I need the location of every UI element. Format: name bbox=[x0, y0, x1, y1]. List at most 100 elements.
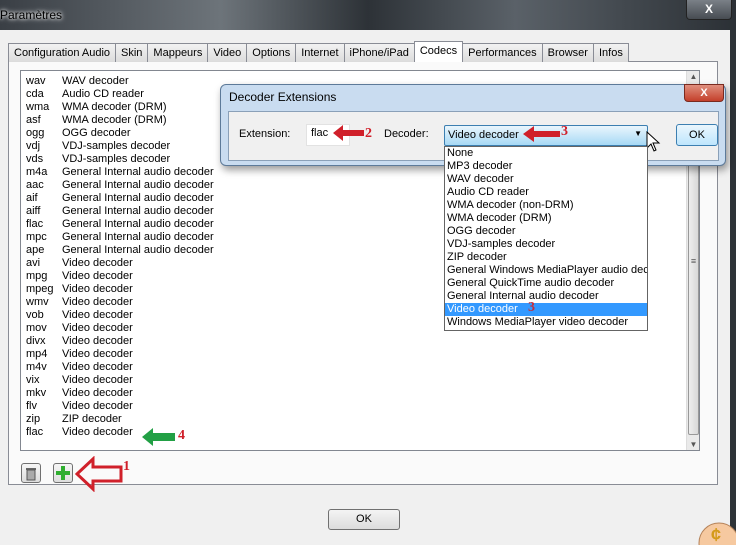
decoder: General Internal audio decoder bbox=[62, 205, 214, 217]
extension: m4v bbox=[26, 361, 47, 373]
decoder: Video decoder bbox=[62, 322, 133, 334]
window-title: Paramètres bbox=[0, 8, 63, 22]
extension: ogg bbox=[26, 127, 45, 139]
extension: wmv bbox=[26, 296, 49, 308]
window-frame bbox=[730, 30, 736, 543]
decoder-option[interactable]: Video decoder bbox=[445, 303, 647, 316]
extension: m4a bbox=[26, 166, 48, 178]
mascot-icon: ¢ bbox=[698, 522, 736, 545]
tab-browser[interactable]: Browser bbox=[541, 43, 594, 62]
annotation-arrow-2 bbox=[333, 125, 364, 141]
extension: aac bbox=[26, 179, 44, 191]
extension: flac bbox=[26, 218, 44, 230]
extension: flac bbox=[26, 426, 44, 438]
annotation-label-1: 1 bbox=[123, 459, 130, 474]
extension: vds bbox=[26, 153, 44, 165]
extension: mkv bbox=[26, 387, 47, 399]
tab-performances[interactable]: Performances bbox=[462, 43, 543, 62]
decoder: Video decoder bbox=[62, 400, 133, 412]
decoder-dropdown-list[interactable]: None MP3 decoder WAV decoder Audio CD reade… bbox=[444, 146, 648, 331]
decoder: General Internal audio decoder bbox=[62, 231, 214, 243]
extension: vix bbox=[26, 374, 40, 386]
ok-button[interactable]: OK bbox=[328, 509, 400, 530]
dialog-ok-button[interactable]: OK bbox=[676, 124, 718, 146]
decoder-option[interactable]: MP3 decoder bbox=[445, 160, 647, 173]
extension: mov bbox=[26, 322, 47, 334]
scroll-down-icon[interactable]: ▼ bbox=[687, 440, 700, 449]
decoder: WMA decoder (DRM) bbox=[62, 114, 167, 126]
extension-label: Extension: bbox=[239, 128, 291, 140]
tab-bar: Configuration Audio Skin Mappeurs Video Opti… bbox=[8, 41, 629, 62]
decoder-option[interactable]: General Windows MediaPlayer audio decode… bbox=[445, 264, 647, 277]
extension: asf bbox=[26, 114, 41, 126]
tab-configuration-audio[interactable]: Configuration Audio bbox=[8, 43, 117, 62]
decoder: Video decoder bbox=[62, 426, 133, 438]
decoder: Video decoder bbox=[62, 283, 133, 295]
scroll-up-icon[interactable]: ▲ bbox=[687, 72, 700, 81]
decoder: Video decoder bbox=[62, 296, 133, 308]
extension: mpeg bbox=[26, 283, 54, 295]
tab-options[interactable]: Options bbox=[246, 43, 297, 62]
extension: cda bbox=[26, 88, 44, 100]
extension: mpg bbox=[26, 270, 48, 282]
close-button[interactable]: X bbox=[686, 0, 732, 20]
tab-iphone-ipad[interactable]: iPhone/iPad bbox=[343, 43, 415, 62]
extension: mpc bbox=[26, 231, 47, 243]
decoder: Video decoder bbox=[62, 374, 133, 386]
extension: zip bbox=[26, 413, 41, 425]
decoder-option[interactable]: WMA decoder (DRM) bbox=[445, 212, 647, 225]
dialog-title: Decoder Extensions bbox=[229, 90, 337, 104]
annotation-label-2: 2 bbox=[365, 126, 372, 141]
extension: flv bbox=[26, 400, 37, 412]
chevron-down-icon: ▼ bbox=[634, 129, 642, 138]
extension: aif bbox=[26, 192, 38, 204]
tab-internet[interactable]: Internet bbox=[295, 43, 345, 62]
extension: vob bbox=[26, 309, 44, 321]
decoder-option[interactable]: WAV decoder bbox=[445, 173, 647, 186]
tab-infos[interactable]: Infos bbox=[592, 43, 629, 62]
tab-skin[interactable]: Skin bbox=[115, 43, 149, 62]
decoder-option[interactable]: Windows MediaPlayer video decoder bbox=[445, 316, 647, 329]
delete-button[interactable] bbox=[21, 463, 41, 483]
extension: avi bbox=[26, 257, 41, 269]
extension: wav bbox=[26, 75, 46, 87]
extension: vdj bbox=[26, 140, 41, 152]
decoder-option[interactable]: None bbox=[445, 147, 647, 160]
decoder-option[interactable]: Audio CD reader bbox=[445, 186, 647, 199]
annotation-arrow-4 bbox=[142, 428, 175, 446]
extension: wma bbox=[26, 101, 50, 113]
title-bar[interactable]: Paramètres X bbox=[0, 0, 736, 30]
annotation-label-3: 3 bbox=[561, 124, 568, 139]
decoder: WMA decoder (DRM) bbox=[62, 101, 167, 113]
decoder: VDJ-samples decoder bbox=[62, 153, 171, 165]
mouse-cursor-icon bbox=[646, 131, 661, 152]
decoder-option[interactable]: General QuickTime audio decoder bbox=[445, 277, 647, 290]
trash-icon bbox=[26, 468, 36, 481]
decoder: General Internal audio decoder bbox=[62, 179, 214, 191]
annotation-arrow-3 bbox=[523, 126, 560, 142]
decoder-option[interactable]: WMA decoder (non-DRM) bbox=[445, 199, 647, 212]
tab-video[interactable]: Video bbox=[207, 43, 248, 62]
decoder: OGG decoder bbox=[62, 127, 131, 139]
extension: aiff bbox=[26, 205, 41, 217]
decoder-option[interactable]: General Internal audio decoder bbox=[445, 290, 647, 303]
decoder-option[interactable]: ZIP decoder bbox=[445, 251, 647, 264]
decoder: ZIP decoder bbox=[62, 413, 122, 425]
tab-mappeurs[interactable]: Mappeurs bbox=[147, 43, 209, 62]
decoder-option[interactable]: VDJ-samples decoder bbox=[445, 238, 647, 251]
decoder: Video decoder bbox=[62, 335, 133, 347]
tab-codecs[interactable]: Codecs bbox=[413, 41, 464, 62]
annotation-arrow-1 bbox=[75, 456, 123, 492]
decoder-option[interactable]: OGG decoder bbox=[445, 225, 647, 238]
plus-icon bbox=[56, 466, 70, 480]
decoder: Video decoder bbox=[62, 257, 133, 269]
decoder: General Internal audio decoder bbox=[62, 166, 214, 178]
extension: mp4 bbox=[26, 348, 48, 360]
decoder: General Internal audio decoder bbox=[62, 244, 214, 256]
decoder: General Internal audio decoder bbox=[62, 218, 214, 230]
decoder: VDJ-samples decoder bbox=[62, 140, 171, 152]
annotation-label-3b: 3 bbox=[528, 300, 535, 315]
add-button[interactable] bbox=[53, 463, 73, 483]
dialog-close-button[interactable]: X bbox=[684, 84, 724, 102]
decoder: Video decoder bbox=[62, 270, 133, 282]
